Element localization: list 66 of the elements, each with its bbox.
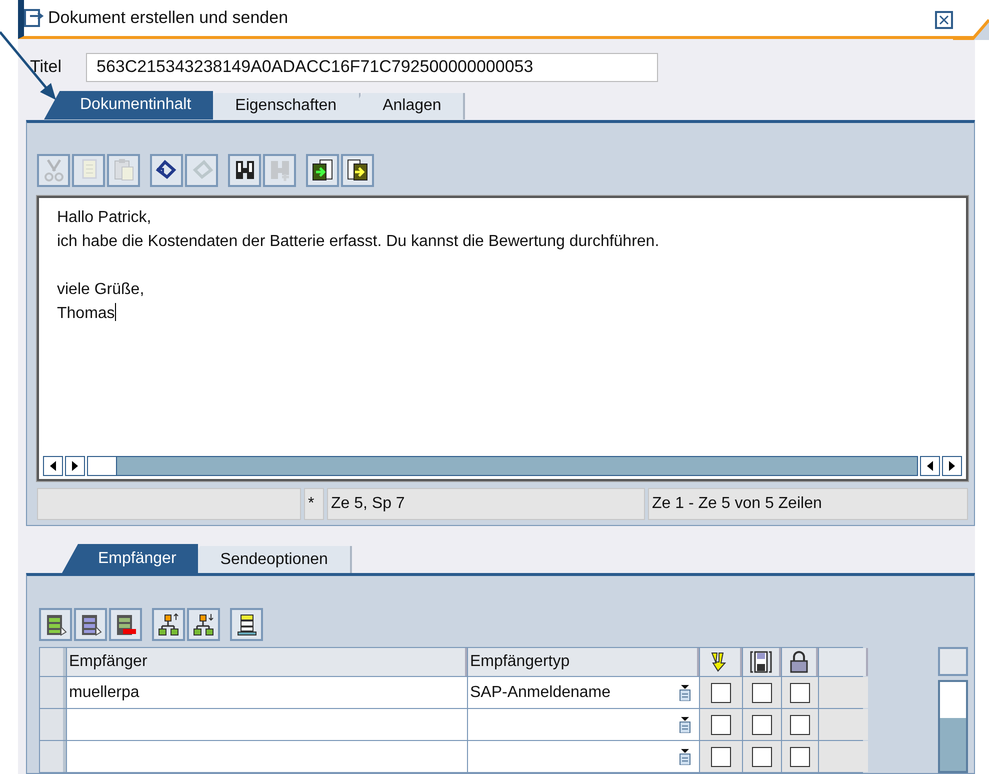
stack-icon (234, 612, 258, 636)
checkbox[interactable] (711, 714, 731, 734)
window-title: Dokument erstellen und senden (48, 8, 288, 28)
document-arrow-icon (346, 158, 370, 182)
checkbox[interactable] (790, 746, 810, 766)
table-row-button[interactable] (74, 608, 107, 641)
line-range: Ze 1 - Ze 5 von 5 Zeilen (648, 488, 968, 520)
padlock-icon (788, 650, 810, 674)
vertical-scrollbar[interactable] (938, 647, 968, 773)
table-cell[interactable] (468, 741, 699, 772)
checkbox[interactable] (711, 682, 731, 702)
table-row-button[interactable] (39, 608, 72, 641)
checkbox[interactable] (711, 746, 731, 766)
close-button[interactable] (935, 11, 953, 29)
text-line: Thomas (57, 302, 116, 324)
text-line: Hallo Patrick, (57, 208, 152, 228)
tab[interactable]: Dokumentinhalt (44, 90, 214, 120)
close-icon (939, 15, 949, 25)
table-row-minus-button[interactable] (109, 608, 142, 641)
column-header: Empfänger (67, 648, 467, 676)
modified-indicator: * (304, 488, 324, 520)
table-cell[interactable]: SAP-Anmeldename (468, 677, 699, 708)
document-arrow-button[interactable] (341, 154, 374, 187)
left-arrow-icon (49, 460, 57, 471)
cursor-position: Ze 5, Sp 7 (327, 488, 645, 520)
right-arrow-icon (71, 460, 79, 471)
value-help-icon[interactable] (679, 684, 691, 700)
document-arrow-button[interactable] (306, 154, 339, 187)
checkbox[interactable] (790, 714, 810, 734)
tab[interactable]: Empfänger (62, 544, 198, 573)
value-help-icon[interactable] (679, 748, 691, 764)
hierarchy-down-icon (192, 612, 216, 636)
left-arrow-icon (926, 460, 934, 471)
scroll-right-button[interactable] (65, 456, 85, 476)
table-cell[interactable]: muellerpa (67, 677, 467, 708)
scroll-right-button[interactable] (942, 456, 962, 476)
right-arrow-icon (948, 460, 956, 471)
text-editor[interactable]: Hallo Patrick, ich habe die Kostendaten der Batterie erfasst. Du kannst die Bewertung durchführen. viele Grüße, Thomas (37, 196, 968, 481)
table-cell[interactable] (468, 709, 699, 740)
hierarchy-up-button[interactable] (152, 608, 185, 641)
floppy-icon (750, 650, 772, 674)
stack-button[interactable] (230, 608, 263, 641)
scroll-left-button[interactable] (43, 456, 63, 476)
value-help-icon[interactable] (679, 716, 691, 732)
scroll-thumb[interactable] (88, 456, 117, 475)
cut-icon (42, 158, 66, 182)
hierarchy-down-button[interactable] (187, 608, 220, 641)
column-header: Empfängertyp (468, 648, 699, 676)
text-line: ich habe die Kostendaten der Batterie erfasst. Du kannst die Bewertung durchführen. (57, 232, 660, 252)
field-label: Titel (30, 57, 62, 78)
text-line: viele Grüße, (57, 280, 144, 300)
checkbox[interactable] (752, 746, 772, 766)
checkbox[interactable] (752, 682, 772, 702)
hierarchy-up-icon (156, 612, 180, 636)
scroll-left-button[interactable] (920, 456, 940, 476)
checkbox[interactable] (790, 682, 810, 702)
document-arrow-icon (310, 158, 334, 182)
undo-button[interactable] (150, 154, 183, 187)
document-icon (24, 8, 44, 27)
title-field[interactable]: 563C215343238149A0ADACC16F71C792500000000053 (86, 52, 658, 82)
horizontal-scrollbar[interactable] (41, 454, 964, 477)
checkbox[interactable] (752, 714, 772, 734)
binoculars-button[interactable] (228, 154, 261, 187)
table-cell[interactable] (67, 741, 467, 772)
paste-icon (112, 158, 136, 182)
table-cell[interactable] (67, 709, 467, 740)
